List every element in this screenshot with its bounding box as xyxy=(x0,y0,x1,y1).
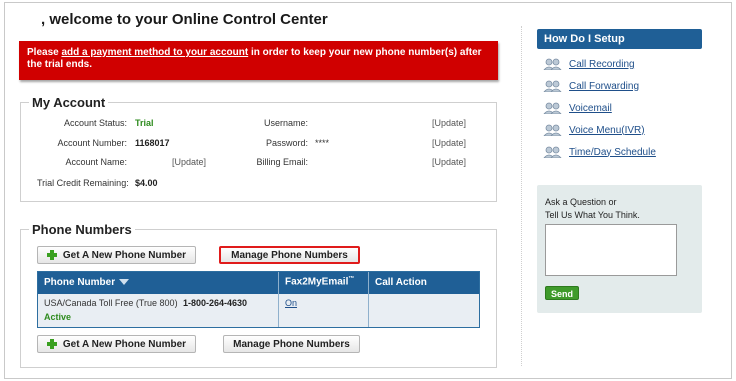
manage-numbers-label: Manage Phone Numbers xyxy=(231,249,348,261)
sidebar-item-label: Call Forwarding xyxy=(569,80,640,92)
sidebar-item-call-recording[interactable]: Call Recording xyxy=(543,58,635,70)
sidebar-item-call-forwarding[interactable]: Call Forwarding xyxy=(543,80,639,92)
people-icon xyxy=(543,124,562,136)
sidebar-item-label: Time/Day Schedule xyxy=(569,146,656,158)
fax2myemail-toggle-link[interactable]: On xyxy=(285,298,297,308)
account-number-value: 1168017 xyxy=(135,138,170,148)
phone-numbers-heading: Phone Numbers xyxy=(32,222,132,237)
column-fax2myemail-label: Fax2MyEmail xyxy=(285,276,349,288)
account-name-update-link[interactable]: [Update] xyxy=(172,157,206,167)
alert-prefix: Please xyxy=(27,47,62,58)
payment-alert: Please add a payment method to your acco… xyxy=(19,41,498,80)
password-update-link[interactable]: [Update] xyxy=(432,138,466,148)
get-new-number-label: Get A New Phone Number xyxy=(62,249,187,261)
column-divider-line xyxy=(278,272,279,327)
number-type: USA/Canada Toll Free (True 800) xyxy=(44,298,178,308)
people-icon xyxy=(543,80,562,92)
account-status-value: Trial xyxy=(135,118,154,128)
column-phone-number[interactable]: Phone Number xyxy=(44,277,130,288)
column-call-action: Call Action xyxy=(375,277,427,288)
sidebar-item-voicemail[interactable]: Voicemail xyxy=(543,102,612,114)
trial-credit-value: $4.00 xyxy=(135,178,158,188)
password-label: Password: xyxy=(265,138,308,148)
column-fax2myemail: Fax2MyEmail™ xyxy=(285,276,354,287)
sidebar-item-label: Voice Menu(IVR) xyxy=(569,124,645,136)
trademark-mark: ™ xyxy=(348,276,355,282)
how-do-i-setup-header: How Do I Setup xyxy=(537,29,702,49)
people-icon xyxy=(543,58,562,70)
feedback-prompt-line2: Tell Us What You Think. xyxy=(545,210,640,220)
sort-down-icon xyxy=(119,279,130,286)
feedback-textarea[interactable] xyxy=(545,224,677,276)
billing-email-update-link[interactable]: [Update] xyxy=(432,157,466,167)
my-account-heading: My Account xyxy=(32,95,106,110)
sidebar-item-voice-menu[interactable]: Voice Menu(IVR) xyxy=(543,124,645,136)
username-label: Username: xyxy=(263,118,308,128)
sidebar-item-label: Voicemail xyxy=(569,102,612,114)
trial-credit-label: Trial Credit Remaining: xyxy=(37,178,129,188)
send-button[interactable]: Send xyxy=(545,286,579,300)
add-payment-link[interactable]: add a payment method to your account xyxy=(61,47,248,58)
table-row: USA/Canada Toll Free (True 800) 1-800-26… xyxy=(38,294,479,327)
account-name-label: Account Name: xyxy=(65,157,127,167)
feedback-prompt-line1: Ask a Question or xyxy=(545,197,617,207)
manage-numbers-button-top[interactable]: Manage Phone Numbers xyxy=(219,246,360,264)
get-new-number-button-bottom[interactable]: Get A New Phone Number xyxy=(37,335,196,353)
sidebar-item-label: Call Recording xyxy=(569,58,635,70)
people-icon xyxy=(543,146,562,158)
plus-icon xyxy=(46,339,57,349)
manage-numbers-button-bottom[interactable]: Manage Phone Numbers xyxy=(223,335,360,353)
phone-number-value: 1-800-264-4630 xyxy=(183,298,248,308)
billing-email-label: Billing Email: xyxy=(256,157,308,167)
number-status: Active xyxy=(44,312,72,322)
feedback-panel: Ask a Question or Tell Us What You Think… xyxy=(537,185,702,313)
column-divider xyxy=(521,26,522,366)
account-status-label: Account Status: xyxy=(63,118,127,128)
password-value: **** xyxy=(315,138,330,148)
table-header: Phone Number Fax2MyEmail™ Call Action xyxy=(38,272,479,294)
page-title: , welcome to your Online Control Center xyxy=(41,11,328,28)
people-icon xyxy=(543,102,562,114)
column-phone-number-label: Phone Number xyxy=(44,277,116,288)
manage-numbers-label: Manage Phone Numbers xyxy=(233,338,350,350)
username-update-link[interactable]: [Update] xyxy=(432,118,466,128)
phone-numbers-table: Phone Number Fax2MyEmail™ Call Action US… xyxy=(37,271,480,328)
column-divider-line xyxy=(368,272,369,327)
plus-icon xyxy=(46,250,57,260)
get-new-number-label: Get A New Phone Number xyxy=(62,338,187,350)
account-number-label: Account Number: xyxy=(57,138,127,148)
sidebar-item-time-day-schedule[interactable]: Time/Day Schedule xyxy=(543,146,656,158)
get-new-number-button-top[interactable]: Get A New Phone Number xyxy=(37,246,196,264)
